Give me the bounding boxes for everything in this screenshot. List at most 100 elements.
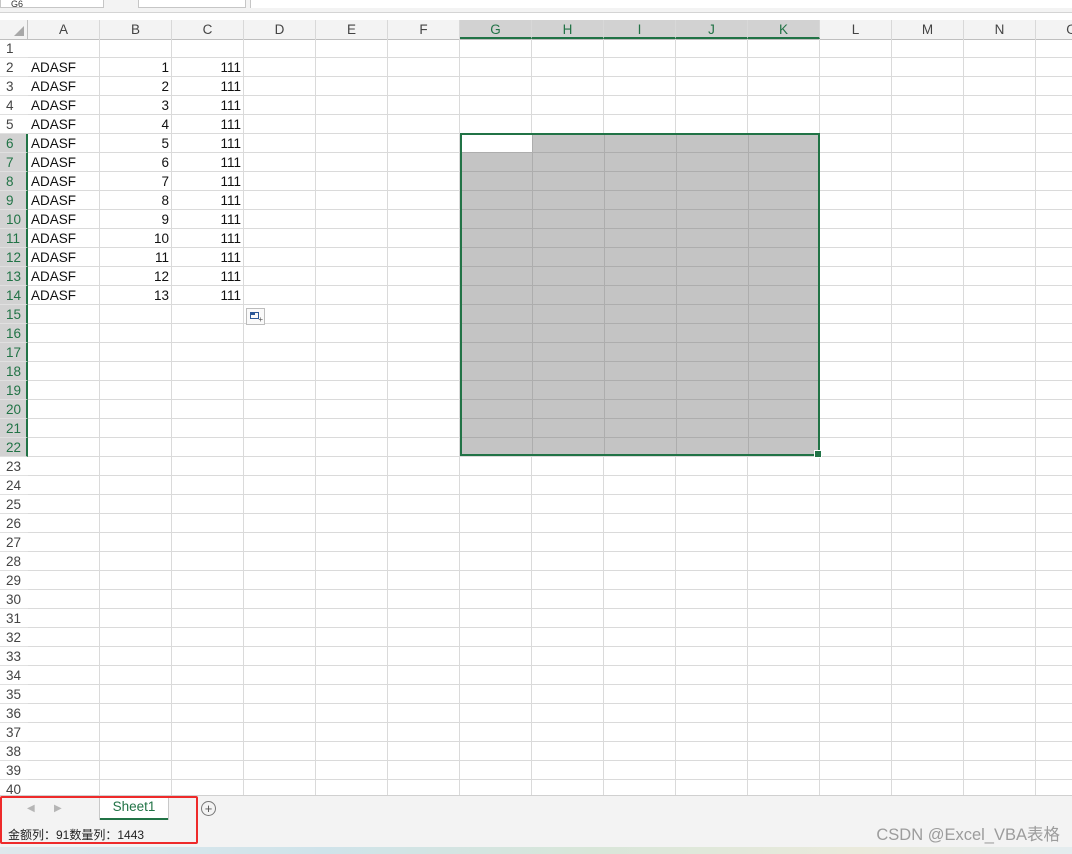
column-header-g[interactable]: G xyxy=(460,20,532,39)
column-header-d[interactable]: D xyxy=(244,20,316,39)
cell-c5[interactable]: 111 xyxy=(172,115,243,134)
row-header-31[interactable]: 31 xyxy=(0,609,28,628)
cell-c3[interactable]: 111 xyxy=(172,77,243,96)
cell-b6[interactable]: 5 xyxy=(100,134,171,153)
cell-b8[interactable]: 7 xyxy=(100,172,171,191)
scroll-right-icon[interactable]: ▶ xyxy=(54,803,62,814)
column-header-f[interactable]: F xyxy=(388,20,460,39)
cell-b10[interactable]: 9 xyxy=(100,210,171,229)
cell-c11[interactable]: 111 xyxy=(172,229,243,248)
cell-b14[interactable]: 13 xyxy=(100,286,171,305)
name-box[interactable]: G6 xyxy=(0,0,104,9)
row-header-25[interactable]: 25 xyxy=(0,495,28,514)
worksheet-grid[interactable]: ABCDEFGHIJKLMNO 1 2 3 4 5 6 7 8 9 10 11 12 13 14 15 16 1… xyxy=(0,20,1072,795)
column-header-c[interactable]: C xyxy=(172,20,244,39)
cell-a9[interactable]: ADASF xyxy=(28,191,99,210)
cell-c4[interactable]: 111 xyxy=(172,96,243,115)
row-header-5[interactable]: 5 xyxy=(0,115,28,134)
sheet-tab-sheet1[interactable]: Sheet1 xyxy=(100,796,168,820)
row-header-38[interactable]: 38 xyxy=(0,742,28,761)
cell-a6[interactable]: ADASF xyxy=(28,134,99,153)
row-header-19[interactable]: 19 xyxy=(0,381,28,400)
cell-b11[interactable]: 10 xyxy=(100,229,171,248)
cell-b7[interactable]: 6 xyxy=(100,153,171,172)
cell-c10[interactable]: 111 xyxy=(172,210,243,229)
formula-buttons[interactable] xyxy=(138,0,246,8)
formula-input[interactable] xyxy=(250,0,1072,8)
cell-a8[interactable]: ADASF xyxy=(28,172,99,191)
column-header-k[interactable]: K xyxy=(748,20,820,39)
cell-b9[interactable]: 8 xyxy=(100,191,171,210)
row-header-24[interactable]: 24 xyxy=(0,476,28,495)
row-header-13[interactable]: 13 xyxy=(0,267,28,286)
column-header-l[interactable]: L xyxy=(820,20,892,39)
cell-c2[interactable]: 111 xyxy=(172,58,243,77)
cell-c12[interactable]: 111 xyxy=(172,248,243,267)
cell-a14[interactable]: ADASF xyxy=(28,286,99,305)
fill-handle[interactable] xyxy=(814,450,822,458)
row-header-15[interactable]: 15 xyxy=(0,305,28,324)
selection-range[interactable] xyxy=(460,133,822,458)
cell-c7[interactable]: 111 xyxy=(172,153,243,172)
column-header-n[interactable]: N xyxy=(964,20,1036,39)
row-header-17[interactable]: 17 xyxy=(0,343,28,362)
row-header-4[interactable]: 4 xyxy=(0,96,28,115)
cell-a3[interactable]: ADASF xyxy=(28,77,99,96)
cell-c6[interactable]: 111 xyxy=(172,134,243,153)
column-header-o[interactable]: O xyxy=(1036,20,1072,39)
cell-c14[interactable]: 111 xyxy=(172,286,243,305)
column-header-j[interactable]: J xyxy=(676,20,748,39)
cell-b2[interactable]: 1 xyxy=(100,58,171,77)
cell-a5[interactable]: ADASF xyxy=(28,115,99,134)
active-cell[interactable] xyxy=(462,135,533,153)
row-header-10[interactable]: 10 xyxy=(0,210,28,229)
row-header-34[interactable]: 34 xyxy=(0,666,28,685)
add-sheet-icon[interactable]: + xyxy=(201,801,216,816)
row-header-22[interactable]: 22 xyxy=(0,438,28,457)
row-header-21[interactable]: 21 xyxy=(0,419,28,438)
cell-a7[interactable]: ADASF xyxy=(28,153,99,172)
row-header-23[interactable]: 23 xyxy=(0,457,28,476)
row-header-36[interactable]: 36 xyxy=(0,704,28,723)
cell-area[interactable]: + ADASF 1 111 ADASF 2 111 ADASF 3 111 ADASF 4 111 AD… xyxy=(28,39,1072,795)
row-header-8[interactable]: 8 xyxy=(0,172,28,191)
row-header-39[interactable]: 39 xyxy=(0,761,28,780)
row-header-30[interactable]: 30 xyxy=(0,590,28,609)
row-header-37[interactable]: 37 xyxy=(0,723,28,742)
scroll-left-icon[interactable]: ◀ xyxy=(27,803,35,814)
row-header-20[interactable]: 20 xyxy=(0,400,28,419)
cell-c9[interactable]: 111 xyxy=(172,191,243,210)
column-header-m[interactable]: M xyxy=(892,20,964,39)
column-header-h[interactable]: H xyxy=(532,20,604,39)
row-header-7[interactable]: 7 xyxy=(0,153,28,172)
cell-a11[interactable]: ADASF xyxy=(28,229,99,248)
row-header-6[interactable]: 6 xyxy=(0,134,28,153)
row-header-1[interactable]: 1 xyxy=(0,39,28,58)
row-header-28[interactable]: 28 xyxy=(0,552,28,571)
column-header-b[interactable]: B xyxy=(100,20,172,39)
quick-analysis-icon[interactable]: + xyxy=(246,308,265,325)
row-header-2[interactable]: 2 xyxy=(0,58,28,77)
row-header-18[interactable]: 18 xyxy=(0,362,28,381)
cell-c8[interactable]: 111 xyxy=(172,172,243,191)
row-header-16[interactable]: 16 xyxy=(0,324,28,343)
select-all-button[interactable] xyxy=(0,20,28,39)
row-header-29[interactable]: 29 xyxy=(0,571,28,590)
column-header-i[interactable]: I xyxy=(604,20,676,39)
row-header-9[interactable]: 9 xyxy=(0,191,28,210)
cell-b12[interactable]: 11 xyxy=(100,248,171,267)
row-header-12[interactable]: 12 xyxy=(0,248,28,267)
row-header-33[interactable]: 33 xyxy=(0,647,28,666)
cell-a13[interactable]: ADASF xyxy=(28,267,99,286)
cell-b4[interactable]: 3 xyxy=(100,96,171,115)
column-header-a[interactable]: A xyxy=(28,20,100,39)
row-header-27[interactable]: 27 xyxy=(0,533,28,552)
cell-b3[interactable]: 2 xyxy=(100,77,171,96)
row-header-14[interactable]: 14 xyxy=(0,286,28,305)
row-header-3[interactable]: 3 xyxy=(0,77,28,96)
cell-b13[interactable]: 12 xyxy=(100,267,171,286)
row-header-11[interactable]: 11 xyxy=(0,229,28,248)
row-header-26[interactable]: 26 xyxy=(0,514,28,533)
cell-c13[interactable]: 111 xyxy=(172,267,243,286)
column-header-e[interactable]: E xyxy=(316,20,388,39)
